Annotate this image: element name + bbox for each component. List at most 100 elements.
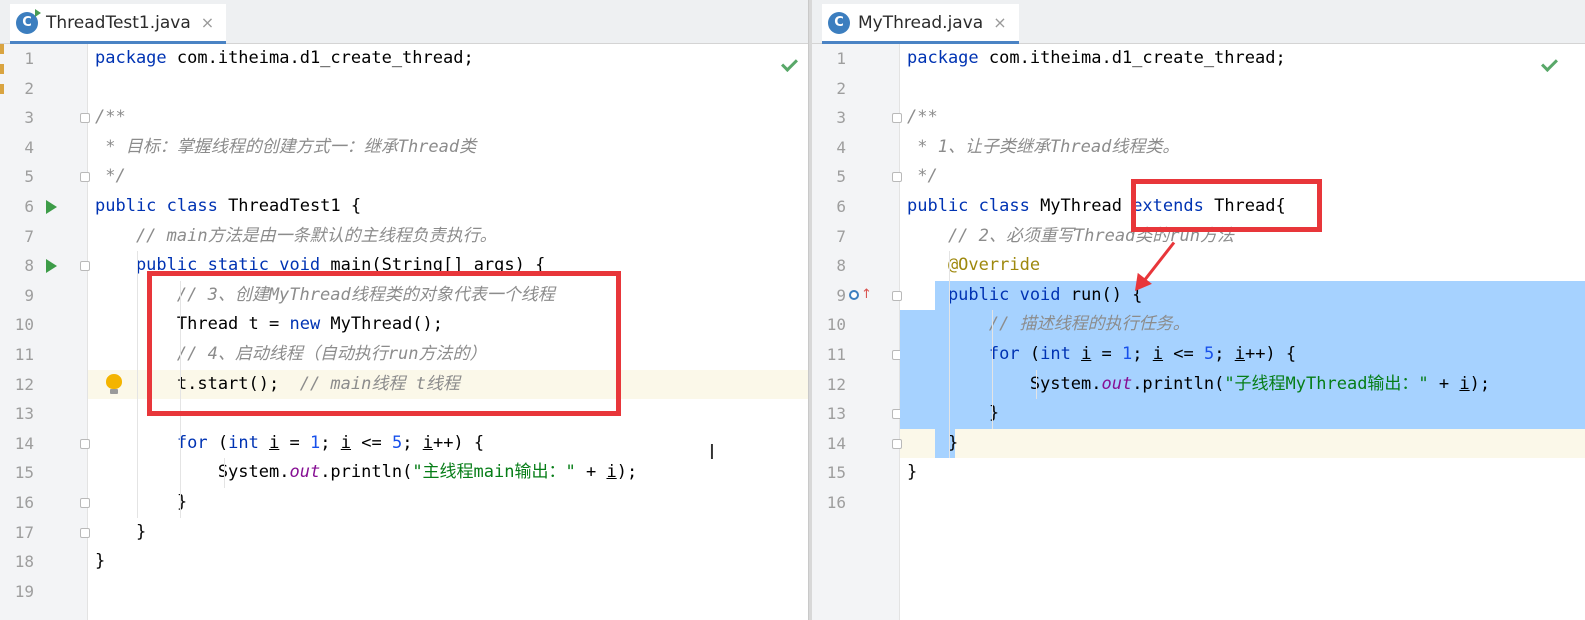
line-number: 9 (836, 285, 846, 305)
code-text: @Override (907, 255, 1041, 276)
code-line[interactable]: package com.itheima.d1_create_thread; (900, 44, 1585, 74)
checkmark-icon (1540, 56, 1558, 74)
tab-threadtest1[interactable]: C ThreadTest1.java × (10, 4, 227, 44)
code-line[interactable]: // main方法是由一条默认的主线程负责执行。 (88, 222, 810, 252)
tab-label: MyThread.java (858, 12, 984, 33)
code-line[interactable]: package com.itheima.d1_create_thread; (88, 44, 810, 74)
code-line[interactable] (900, 488, 1585, 518)
run-icon[interactable] (46, 200, 57, 214)
code-line[interactable]: } (88, 518, 810, 548)
indent-guide (224, 458, 225, 488)
line-number: 13 (14, 404, 34, 424)
line-number: 12 (14, 374, 34, 394)
java-class-icon: C (16, 8, 41, 34)
code-text: * 目标：掌握线程的创建方式一：继承Thread类 (95, 136, 477, 157)
line-number: 8 (24, 256, 34, 276)
close-icon[interactable]: × (993, 13, 1006, 32)
code-line[interactable] (88, 74, 810, 104)
code-text: */ (95, 166, 126, 187)
code-line[interactable]: /** (900, 103, 1585, 133)
line-number: 1 (24, 49, 34, 68)
line-number: 11 (826, 345, 846, 364)
line-number: 9 (24, 285, 34, 305)
line-number: 5 (836, 167, 846, 187)
code-line[interactable]: for (int i = 1; i <= 5; i++) { (900, 340, 1585, 370)
line-number: 2 (836, 78, 846, 98)
code-line[interactable]: * 1、让子类继承Thread线程类。 (900, 133, 1585, 163)
code-line[interactable]: public class ThreadTest1 { (88, 192, 810, 222)
code-text: } (907, 403, 1000, 424)
line-number: 13 (826, 404, 846, 424)
line-number: 16 (14, 493, 34, 512)
code-line[interactable]: */ (88, 162, 810, 192)
run-icon[interactable] (46, 259, 57, 274)
annotation-box-left (147, 271, 621, 416)
line-number: 5 (24, 167, 34, 187)
line-number: 11 (14, 345, 34, 364)
override-gutter-icon[interactable]: ↑ (849, 287, 872, 303)
line-number: 7 (24, 226, 34, 246)
right-gutter: 1 2 3 4 5 6 7 8 9 10 11 12 13 14 15 16 ↑ (812, 44, 902, 620)
code-text: } (907, 462, 918, 483)
line-number: 4 (836, 137, 846, 157)
code-text: * 1、让子类继承Thread线程类。 (907, 136, 1180, 157)
code-line[interactable]: } (900, 429, 1585, 459)
line-number: 7 (836, 226, 846, 246)
line-number: 6 (24, 197, 34, 216)
left-gutter: 1 2 3 4 5 6 7 8 9 10 11 12 13 14 15 16 17 18 19 (0, 44, 90, 620)
java-class-icon: C (828, 11, 850, 34)
code-line[interactable]: for (int i = 1; i <= 5; i++) { (88, 429, 810, 459)
left-tab-bar: C ThreadTest1.java × (0, 0, 810, 44)
indent-guide (1036, 369, 1037, 400)
checkmark-icon (780, 56, 798, 74)
code-text: // main方法是由一条默认的主线程负责执行。 (95, 225, 497, 246)
code-line[interactable]: * 目标：掌握线程的创建方式一：继承Thread类 (88, 133, 810, 163)
code-text: for (int i = 1; i <= 5; i++) { (176, 432, 485, 453)
indent-guide (949, 251, 950, 459)
left-edge-markers (0, 44, 4, 124)
code-line[interactable]: @Override (900, 251, 1585, 281)
line-number: 4 (24, 137, 34, 157)
line-number: 19 (14, 581, 34, 601)
line-number: 3 (836, 108, 846, 128)
code-line[interactable] (88, 577, 810, 607)
tab-mythread[interactable]: C MyThread.java × (822, 4, 1019, 44)
close-icon[interactable]: × (201, 13, 214, 32)
line-number: 14 (826, 433, 846, 453)
line-number: 17 (14, 522, 34, 542)
code-line[interactable]: } (900, 399, 1585, 429)
line-number: 15 (826, 463, 846, 483)
code-text: for (int i = 1; i <= 5; i++) { (988, 344, 1297, 364)
code-line[interactable]: // 描述线程的执行任务。 (900, 310, 1585, 340)
line-number: 15 (14, 463, 34, 483)
code-text: /** (907, 107, 938, 128)
text-cursor-icon: I (709, 440, 715, 464)
code-text: */ (907, 166, 938, 187)
lightbulb-icon[interactable] (106, 373, 122, 394)
code-text: public class ThreadTest1 { (95, 196, 362, 216)
line-number: 10 (14, 315, 34, 335)
code-text: System.out.println("主线程main输出：" + i); (95, 462, 638, 483)
code-text: package com.itheima.d1_create_thread; (95, 48, 474, 68)
line-number: 10 (826, 315, 846, 335)
line-number: 8 (836, 256, 846, 276)
line-number: 12 (826, 374, 846, 394)
code-text: } (907, 432, 959, 453)
right-code-area[interactable]: package com.itheima.d1_create_thread; /**… (900, 44, 1585, 620)
code-line[interactable] (900, 74, 1585, 104)
indent-guide (137, 251, 138, 518)
code-line[interactable]: System.out.println("主线程main输出：" + i); (88, 458, 810, 488)
line-number: 3 (24, 108, 34, 128)
right-tab-bar: C MyThread.java × (812, 0, 1585, 44)
code-line[interactable]: } (900, 458, 1585, 488)
code-line[interactable]: System.out.println("子线程MyThread输出：" + i)… (900, 370, 1585, 400)
code-text: package com.itheima.d1_create_thread; (907, 48, 1286, 68)
right-editor-pane: C MyThread.java × 1 2 3 4 5 6 7 8 9 10 11 12 13 14 15 1… (812, 0, 1585, 620)
code-line[interactable]: public void run() { (900, 281, 1585, 311)
line-number: 18 (14, 552, 34, 572)
code-line[interactable]: } (88, 488, 810, 518)
line-number: 14 (14, 433, 34, 453)
code-line[interactable]: /** (88, 103, 810, 133)
code-line[interactable]: } (88, 547, 810, 577)
right-code-editor[interactable]: 1 2 3 4 5 6 7 8 9 10 11 12 13 14 15 16 ↑ package com.ith… (812, 44, 1585, 620)
